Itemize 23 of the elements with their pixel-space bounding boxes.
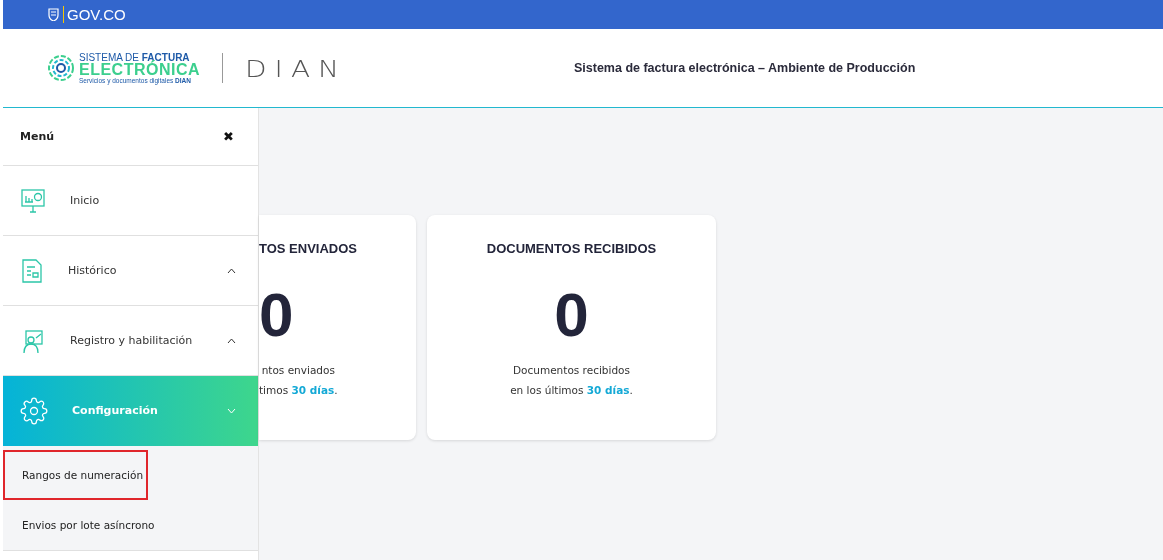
gear-icon [20, 396, 48, 425]
card-count: 0 [554, 284, 589, 346]
card-caption: ntos enviados timos 30 días. [259, 363, 338, 398]
document-icon [20, 257, 44, 284]
monitor-chart-icon [20, 187, 46, 214]
submenu-item[interactable]: Rangos de numeración [3, 450, 148, 500]
card-title: DOCUMENTOS RECIBIDOS [486, 241, 657, 256]
person-board-icon [20, 327, 46, 354]
menu-item-label: Configuración [72, 404, 159, 417]
brand-logo: DIAN [245, 53, 347, 83]
gov-co-link[interactable]: GOV.CO [63, 6, 126, 23]
menu-title: Menú [20, 130, 55, 143]
menu-item-label: Inicio [70, 194, 101, 207]
menu-item-label: Histórico [68, 264, 118, 277]
fingerprint-globe-icon [47, 54, 75, 82]
shield-icon [48, 8, 59, 21]
card-title: TOS ENVIADOS [259, 241, 357, 256]
header-title: Sistema de factura electrónica – Ambiente de Producción [574, 61, 916, 75]
card-caption: Documentos recibidos en los últimos 30 días. [510, 363, 633, 398]
submenu-item[interactable]: Envios por lote asíncrono [3, 500, 258, 550]
close-button[interactable]: ✖ [223, 129, 234, 144]
card-count: 0 [259, 284, 294, 346]
menu-item-label: Registro y habilitación [70, 334, 194, 347]
